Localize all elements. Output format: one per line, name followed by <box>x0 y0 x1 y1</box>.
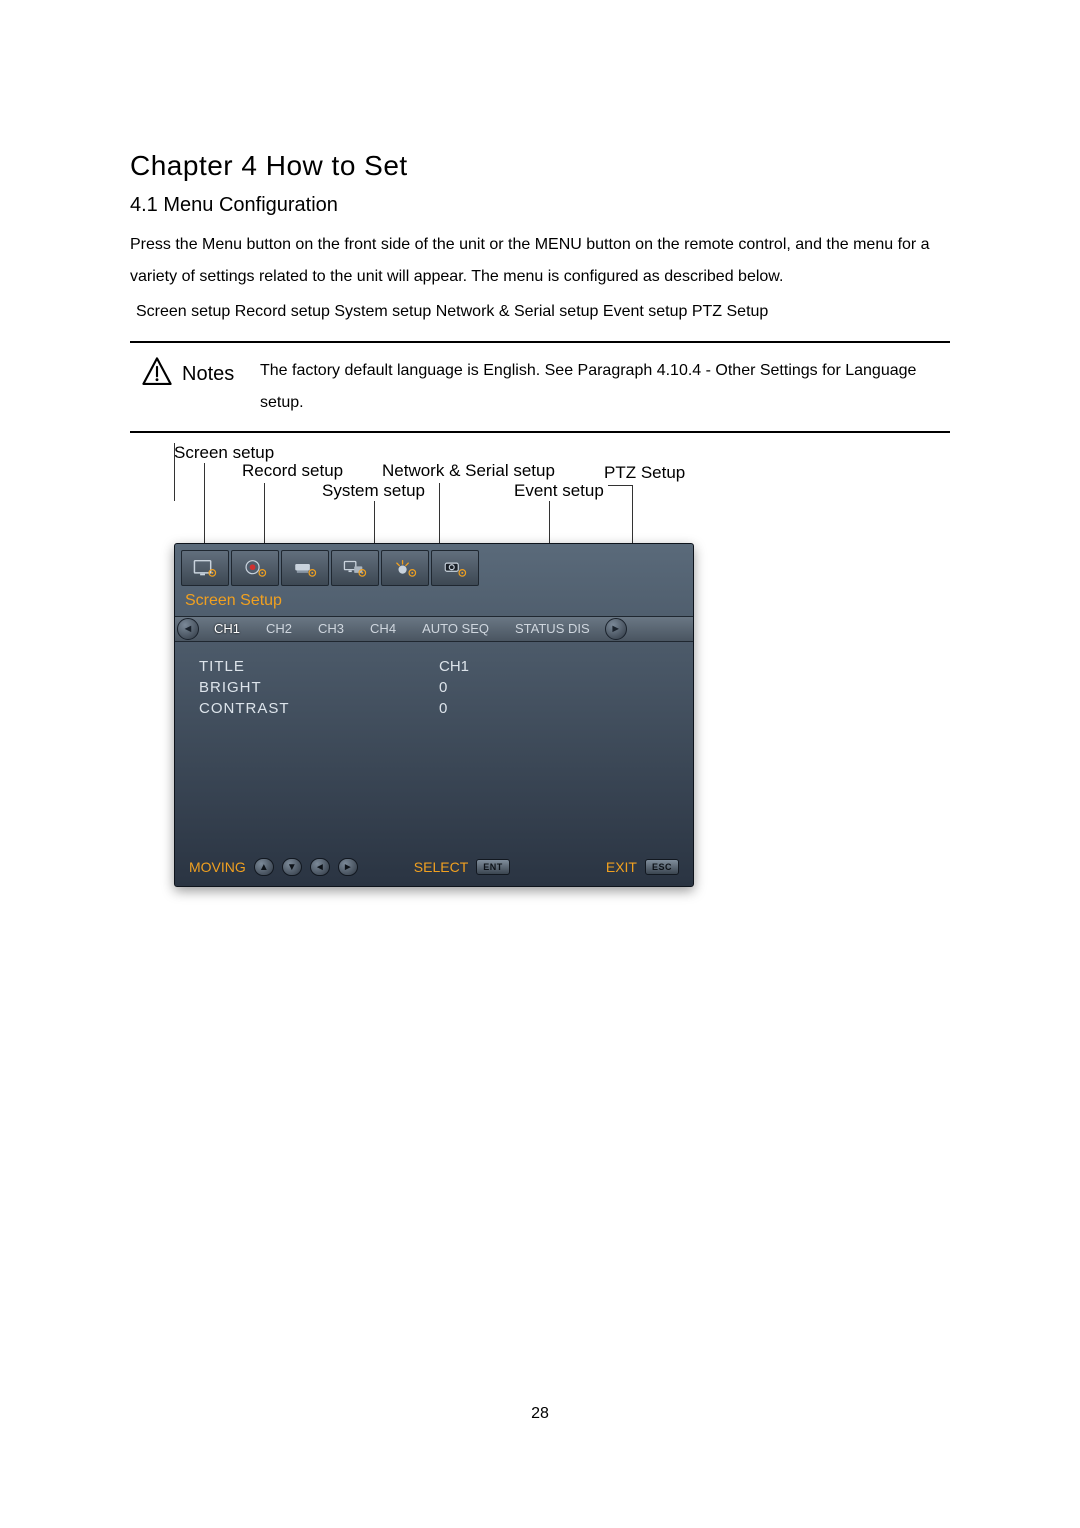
callout-screen: Screen setup <box>174 443 274 463</box>
tab-auto-seq[interactable]: AUTO SEQ <box>409 616 502 642</box>
arrow-down-icon: ▼ <box>282 858 302 876</box>
network-setup-icon[interactable] <box>331 550 379 586</box>
screen-setup-icon[interactable] <box>181 550 229 586</box>
callout-network: Network & Serial setup <box>382 461 555 481</box>
warning-icon <box>140 355 174 394</box>
device-footer: MOVING ▲ ▼ ◄ ► SELECT ENT EXIT ESC <box>175 852 693 886</box>
setting-value: 0 <box>439 679 669 696</box>
arrow-up-icon: ▲ <box>254 858 274 876</box>
setting-row-title[interactable]: TITLE CH1 <box>199 658 669 675</box>
intro-paragraph: Press the Menu button on the front side … <box>130 229 950 293</box>
device-screen-title: Screen Setup <box>175 588 693 616</box>
chapter-title: Chapter 4 How to Set <box>130 150 950 182</box>
setting-value: CH1 <box>439 658 669 675</box>
setting-value: 0 <box>439 700 669 717</box>
callout-system: System setup <box>322 481 425 501</box>
system-setup-icon[interactable] <box>281 550 329 586</box>
notes-label: Notes <box>182 363 234 386</box>
notes-box: Notes The factory default language is En… <box>130 341 950 433</box>
callout-event: Event setup <box>514 481 604 501</box>
esc-button-icon: ESC <box>645 859 679 875</box>
channel-tab-row: ◄ CH1 CH2 CH3 CH4 AUTO SEQ STATUS DIS ► <box>175 616 693 642</box>
callout-record: Record setup <box>242 461 343 481</box>
device-callouts: Screen setup Record setup System setup N… <box>174 443 950 543</box>
tab-scroll-right-icon[interactable]: ► <box>605 618 627 640</box>
event-setup-icon[interactable] <box>381 550 429 586</box>
footer-moving-label: MOVING <box>189 859 246 875</box>
notes-text: The factory default language is English.… <box>260 355 950 419</box>
tab-status-dis[interactable]: STATUS DIS <box>502 616 603 642</box>
ptz-setup-icon[interactable] <box>431 550 479 586</box>
callout-ptz: PTZ Setup <box>604 463 685 483</box>
device-body: TITLE CH1 BRIGHT 0 CONTRAST 0 <box>175 642 693 852</box>
tab-scroll-left-icon[interactable]: ◄ <box>177 618 199 640</box>
tab-ch2[interactable]: CH2 <box>253 616 305 642</box>
setting-row-contrast[interactable]: CONTRAST 0 <box>199 700 669 717</box>
tab-ch1[interactable]: CH1 <box>201 616 253 642</box>
footer-select-label: SELECT <box>414 859 468 875</box>
footer-exit-label: EXIT <box>606 859 637 875</box>
device-screenshot: Screen Setup ◄ CH1 CH2 CH3 CH4 AUTO SEQ … <box>174 543 694 887</box>
arrow-right-icon: ► <box>338 858 358 876</box>
tab-ch4[interactable]: CH4 <box>357 616 409 642</box>
tab-ch3[interactable]: CH3 <box>305 616 357 642</box>
section-title: 4.1 Menu Configuration <box>130 194 950 217</box>
ent-button-icon: ENT <box>476 859 510 875</box>
record-setup-icon[interactable] <box>231 550 279 586</box>
page-number: 28 <box>0 1405 1080 1423</box>
setting-label: BRIGHT <box>199 679 439 696</box>
setting-label: TITLE <box>199 658 439 675</box>
setup-list-line: Screen setup Record setup System setup N… <box>130 303 950 321</box>
setting-label: CONTRAST <box>199 700 439 717</box>
setting-row-bright[interactable]: BRIGHT 0 <box>199 679 669 696</box>
menu-icon-row <box>175 548 693 588</box>
arrow-left-icon: ◄ <box>310 858 330 876</box>
